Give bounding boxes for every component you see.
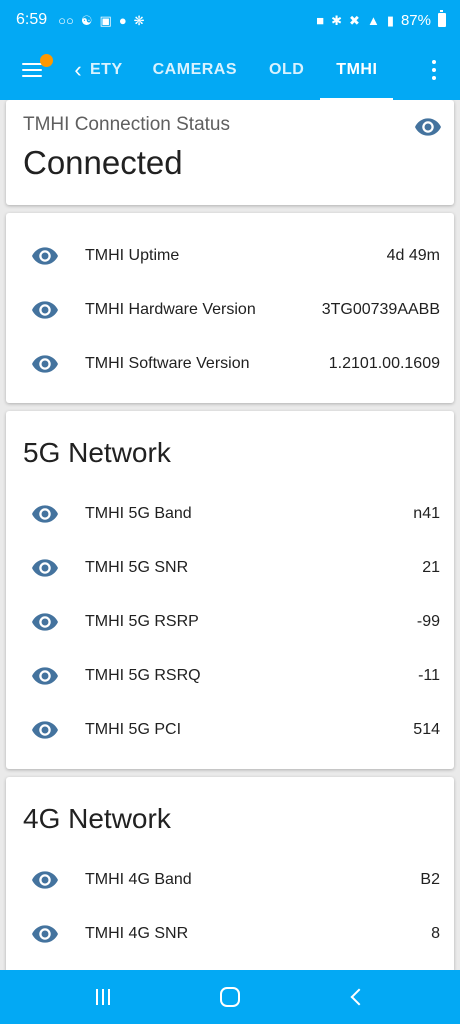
entity-row-5g-band[interactable]: TMHI 5G Band n41 — [6, 487, 454, 541]
entity-name: TMHI 4G SNR — [85, 925, 189, 942]
entity-name: TMHI 5G SNR — [85, 559, 189, 576]
entity-name: TMHI 5G Band — [85, 505, 192, 522]
home-icon — [219, 987, 240, 1007]
app-toolbar: ‹ ETY CAMERAS OLD TMHI — [0, 40, 460, 100]
entity-value: n41 — [413, 505, 440, 522]
recents-icon — [96, 989, 111, 1005]
battery-icon — [438, 10, 446, 27]
entity-name: TMHI Uptime — [85, 247, 180, 264]
tab-ety[interactable]: ETY — [88, 40, 137, 100]
signal-icon: ▮ — [386, 12, 394, 28]
more-vert-icon[interactable] — [408, 40, 460, 100]
eye-icon — [32, 613, 58, 631]
notification-badge — [40, 54, 53, 67]
entity-row-software-version[interactable]: TMHI Software Version 1.2101.00.1609 — [6, 337, 454, 391]
menu-button[interactable] — [0, 40, 64, 100]
tab-old[interactable]: OLD — [253, 40, 320, 100]
eye-icon — [415, 118, 441, 136]
chevron-left-icon[interactable]: ‹ — [68, 57, 88, 83]
mute-icon: ✖ — [349, 12, 360, 28]
hamburger-icon — [22, 63, 42, 77]
entity-value: 8 — [431, 925, 440, 942]
entity-row-5g-rsrp[interactable]: TMHI 5G RSRP -99 — [6, 595, 454, 649]
system-status-bar: 6:59 ○○ ☯ ▣ ● ❋ ■ ✱ ✖ ▲ ▮ 87% — [0, 0, 460, 40]
recents-button[interactable] — [73, 970, 133, 1024]
entity-value: -11 — [418, 667, 440, 684]
entity-row-uptime[interactable]: TMHI Uptime 4d 49m — [6, 229, 454, 283]
entity-value: 1.2101.00.1609 — [328, 355, 440, 372]
entity-value: B2 — [420, 871, 440, 888]
entity-value: 4d 49m — [386, 247, 440, 264]
device-info-card: TMHI Uptime 4d 49m TMHI Hardware Version… — [6, 213, 454, 403]
eye-icon — [32, 355, 58, 373]
entity-row-4g-band[interactable]: TMHI 4G Band B2 — [6, 853, 454, 907]
eye-icon — [32, 667, 58, 685]
entity-row-5g-pci[interactable]: TMHI 5G PCI 514 — [6, 703, 454, 757]
status-value: Connected — [23, 144, 183, 181]
status-label: TMHI Connection Status — [23, 114, 230, 135]
voicemail-icon: ○○ — [58, 12, 74, 28]
lock-icon: ■ — [316, 12, 325, 28]
card-title: 4G Network — [23, 803, 171, 834]
eye-icon — [32, 925, 58, 943]
settings-icon: ❋ — [133, 12, 145, 28]
eye-icon — [32, 721, 58, 739]
entity-row-5g-rsrq[interactable]: TMHI 5G RSRQ -11 — [6, 649, 454, 703]
home-button[interactable] — [200, 970, 260, 1024]
gallery-icon: ▣ — [99, 12, 112, 28]
entity-row-5g-snr[interactable]: TMHI 5G SNR 21 — [6, 541, 454, 595]
tab-cameras[interactable]: CAMERAS — [137, 40, 253, 100]
card-title: 5G Network — [23, 437, 171, 468]
entity-value: 21 — [422, 559, 440, 576]
bluetooth-icon: ✱ — [331, 12, 343, 28]
entity-name: TMHI 5G RSRP — [85, 613, 199, 630]
entity-row-hardware-version[interactable]: TMHI Hardware Version 3TG00739AABB — [6, 283, 454, 337]
eye-icon — [32, 301, 58, 319]
network-4g-card: 4G Network TMHI 4G Band B2 TMHI 4G SNR 8 — [6, 777, 454, 970]
eye-icon — [32, 247, 58, 265]
battery-percent: 87% — [400, 11, 431, 29]
entity-name: TMHI Software Version — [85, 355, 250, 372]
wifi-icon: ▲ — [366, 12, 380, 28]
entity-value: -99 — [416, 613, 440, 630]
location-icon: ● — [118, 12, 127, 28]
entity-name: TMHI 5G PCI — [85, 721, 182, 738]
entity-name: TMHI 5G RSRQ — [85, 667, 201, 684]
entity-name: TMHI 4G Band — [85, 871, 192, 888]
view-tabs: ETY CAMERAS OLD TMHI — [88, 40, 408, 100]
notification-icon: ☯ — [80, 12, 93, 28]
back-icon — [350, 988, 368, 1006]
system-navigation-bar — [0, 970, 460, 1024]
eye-icon — [32, 871, 58, 889]
entity-name: TMHI Hardware Version — [85, 301, 256, 318]
tab-tmhi[interactable]: TMHI — [320, 40, 394, 100]
dashboard-content: TMHI Connection Status Connected TMHI Up… — [0, 100, 460, 970]
connection-status-card[interactable]: TMHI Connection Status Connected — [6, 100, 454, 205]
back-button[interactable] — [327, 970, 387, 1024]
entity-value: 514 — [413, 721, 440, 738]
network-5g-card: 5G Network TMHI 5G Band n41 TMHI 5G SNR … — [6, 411, 454, 769]
entity-value: 3TG00739AABB — [321, 301, 440, 318]
entity-row-4g-snr[interactable]: TMHI 4G SNR 8 — [6, 907, 454, 961]
eye-icon — [32, 505, 58, 523]
eye-icon — [32, 559, 58, 577]
status-time: 6:59 — [16, 11, 48, 28]
